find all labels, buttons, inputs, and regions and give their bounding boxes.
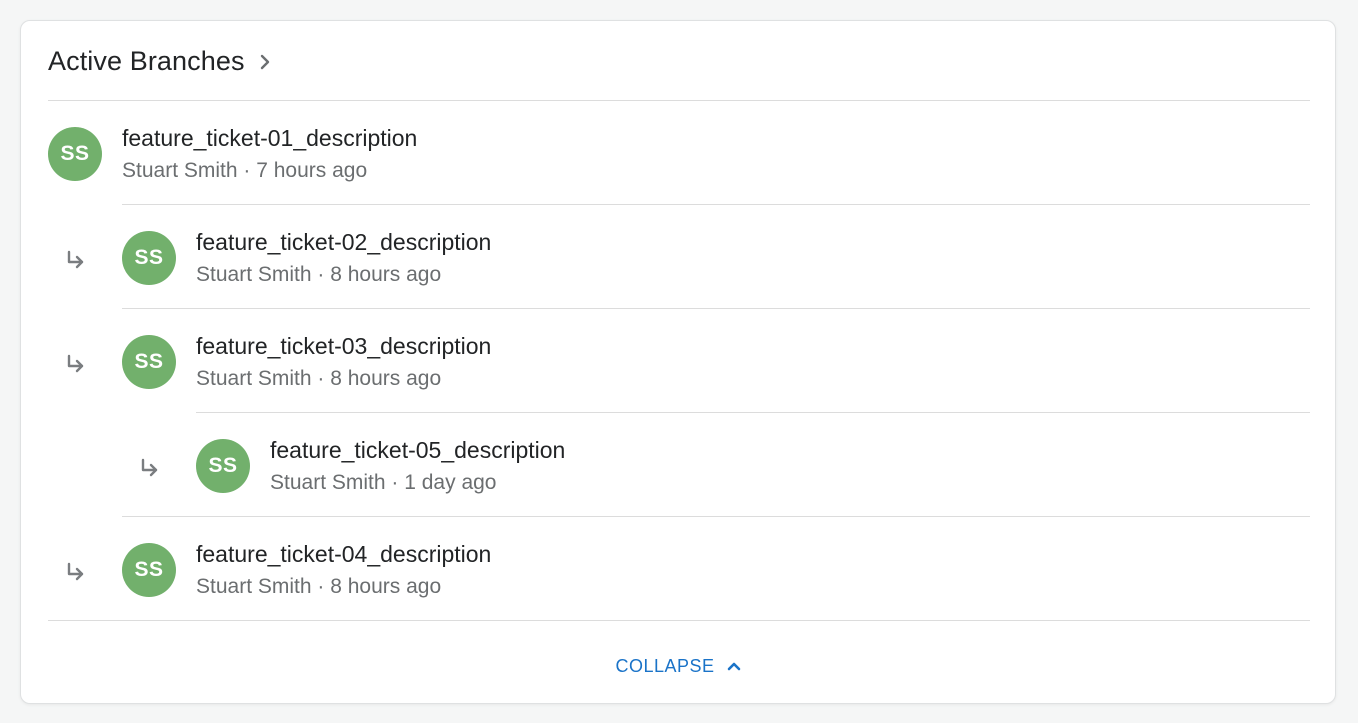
branch-row[interactable]: SS feature_ticket-03_description Stuart … <box>48 309 1310 413</box>
branch-row[interactable]: SS feature_ticket-02_description Stuart … <box>48 205 1310 309</box>
branch-author: Stuart Smith <box>270 471 386 494</box>
avatar: SS <box>122 335 176 389</box>
meta-separator: · <box>391 471 399 494</box>
chevron-up-icon <box>727 661 741 671</box>
arrow-return-right-icon <box>65 250 87 270</box>
avatar: SS <box>122 543 176 597</box>
card-title[interactable]: Active Branches <box>48 46 245 77</box>
branch-row[interactable]: SS feature_ticket-01_description Stuart … <box>48 101 1310 205</box>
branch-time: 8 hours ago <box>330 367 442 390</box>
meta-separator: · <box>317 575 325 598</box>
branch-author: Stuart Smith <box>196 263 312 286</box>
branch-row[interactable]: SS feature_ticket-04_description Stuart … <box>48 517 1310 621</box>
branch-meta: Stuart Smith · 1 day ago <box>270 471 496 495</box>
arrow-return-right-icon <box>65 562 87 582</box>
branch-meta: Stuart Smith · 8 hours ago <box>196 575 441 599</box>
active-branches-card: Active Branches SS feature_ticket-01_des… <box>20 20 1336 704</box>
branch-author: Stuart Smith <box>196 367 312 390</box>
branch-name-link[interactable]: feature_ticket-04_description <box>196 541 491 568</box>
avatar: SS <box>122 231 176 285</box>
meta-separator: · <box>243 159 251 182</box>
arrow-return-right-icon <box>139 458 161 478</box>
avatar: SS <box>48 127 102 181</box>
arrow-return-right-icon <box>65 354 87 374</box>
meta-separator: · <box>317 367 325 390</box>
branch-name-link[interactable]: feature_ticket-03_description <box>196 333 491 360</box>
branch-meta: Stuart Smith · 7 hours ago <box>122 159 367 183</box>
branch-time: 7 hours ago <box>256 159 368 182</box>
branch-time: 8 hours ago <box>330 575 442 598</box>
branch-author: Stuart Smith <box>196 575 312 598</box>
avatar: SS <box>196 439 250 493</box>
row-divider <box>48 620 1310 621</box>
collapse-button[interactable]: COLLAPSE <box>21 651 1335 681</box>
meta-separator: · <box>317 263 325 286</box>
branch-row[interactable]: SS feature_ticket-05_description Stuart … <box>48 413 1310 517</box>
card-header: Active Branches <box>48 21 1310 101</box>
chevron-right-icon[interactable] <box>259 53 271 71</box>
branch-name-link[interactable]: feature_ticket-02_description <box>196 229 491 256</box>
branch-time: 1 day ago <box>404 471 497 494</box>
branch-meta: Stuart Smith · 8 hours ago <box>196 367 441 391</box>
branch-time: 8 hours ago <box>330 263 442 286</box>
branch-meta: Stuart Smith · 8 hours ago <box>196 263 441 287</box>
branch-name-link[interactable]: feature_ticket-01_description <box>122 125 417 152</box>
branch-name-link[interactable]: feature_ticket-05_description <box>270 437 565 464</box>
branch-author: Stuart Smith <box>122 159 238 182</box>
collapse-label: COLLAPSE <box>615 655 715 676</box>
